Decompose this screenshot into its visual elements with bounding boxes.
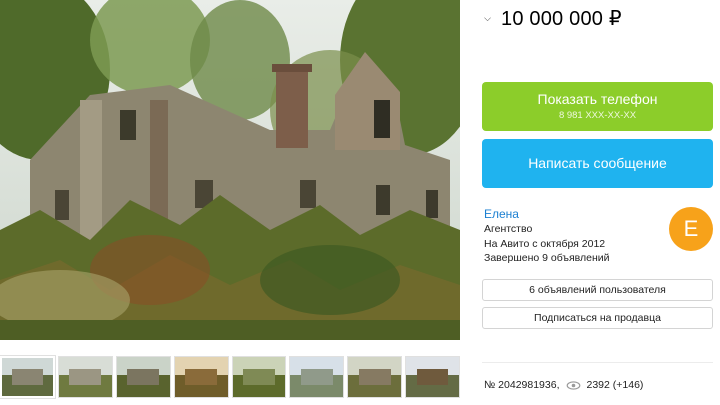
seller-since: На Авито с октября 2012 xyxy=(484,237,606,250)
main-photo[interactable] xyxy=(0,0,460,340)
thumbnail-strip xyxy=(0,355,461,399)
divider xyxy=(482,362,713,363)
show-phone-label: Показать телефон xyxy=(537,91,658,107)
thumbnail[interactable] xyxy=(57,356,113,398)
chevron-down-icon[interactable]: ⌵ xyxy=(482,13,493,24)
write-message-button[interactable]: Написать сообщение xyxy=(482,139,713,188)
eye-icon xyxy=(566,380,580,390)
user-ads-button[interactable]: 6 объявлений пользователя xyxy=(482,279,713,301)
ruined-manor-image xyxy=(0,0,460,340)
thumbnail[interactable] xyxy=(289,356,345,398)
price-row: ⌵ 10 000 000 ₽ xyxy=(482,6,622,30)
seller-info: Елена Агентство На Авито с октября 2012 … xyxy=(484,207,664,266)
seller-name-link[interactable]: Елена xyxy=(484,207,664,222)
subscribe-button[interactable]: Подписаться на продавца xyxy=(482,307,713,329)
views-count: 2392 (+146) xyxy=(586,379,644,391)
thumbnail[interactable] xyxy=(347,356,403,398)
phone-masked: 8 981 XXX-XX-XX xyxy=(558,110,637,121)
ad-number: № 2042981936, xyxy=(484,379,560,391)
thumbnail[interactable] xyxy=(173,356,229,398)
listing-meta: № 2042981936, 2392 (+146) xyxy=(484,379,643,391)
avatar[interactable]: Е xyxy=(669,207,713,251)
thumbnail[interactable] xyxy=(115,356,171,398)
thumbnail[interactable] xyxy=(0,355,56,399)
seller-type: Агентство xyxy=(484,223,533,235)
thumbnail[interactable] xyxy=(231,356,287,398)
price: 10 000 000 ₽ xyxy=(501,7,622,30)
show-phone-button[interactable]: Показать телефон 8 981 XXX-XX-XX xyxy=(482,82,713,131)
thumbnail[interactable] xyxy=(405,356,461,398)
seller-completed: Завершено 9 объявлений xyxy=(484,252,610,264)
